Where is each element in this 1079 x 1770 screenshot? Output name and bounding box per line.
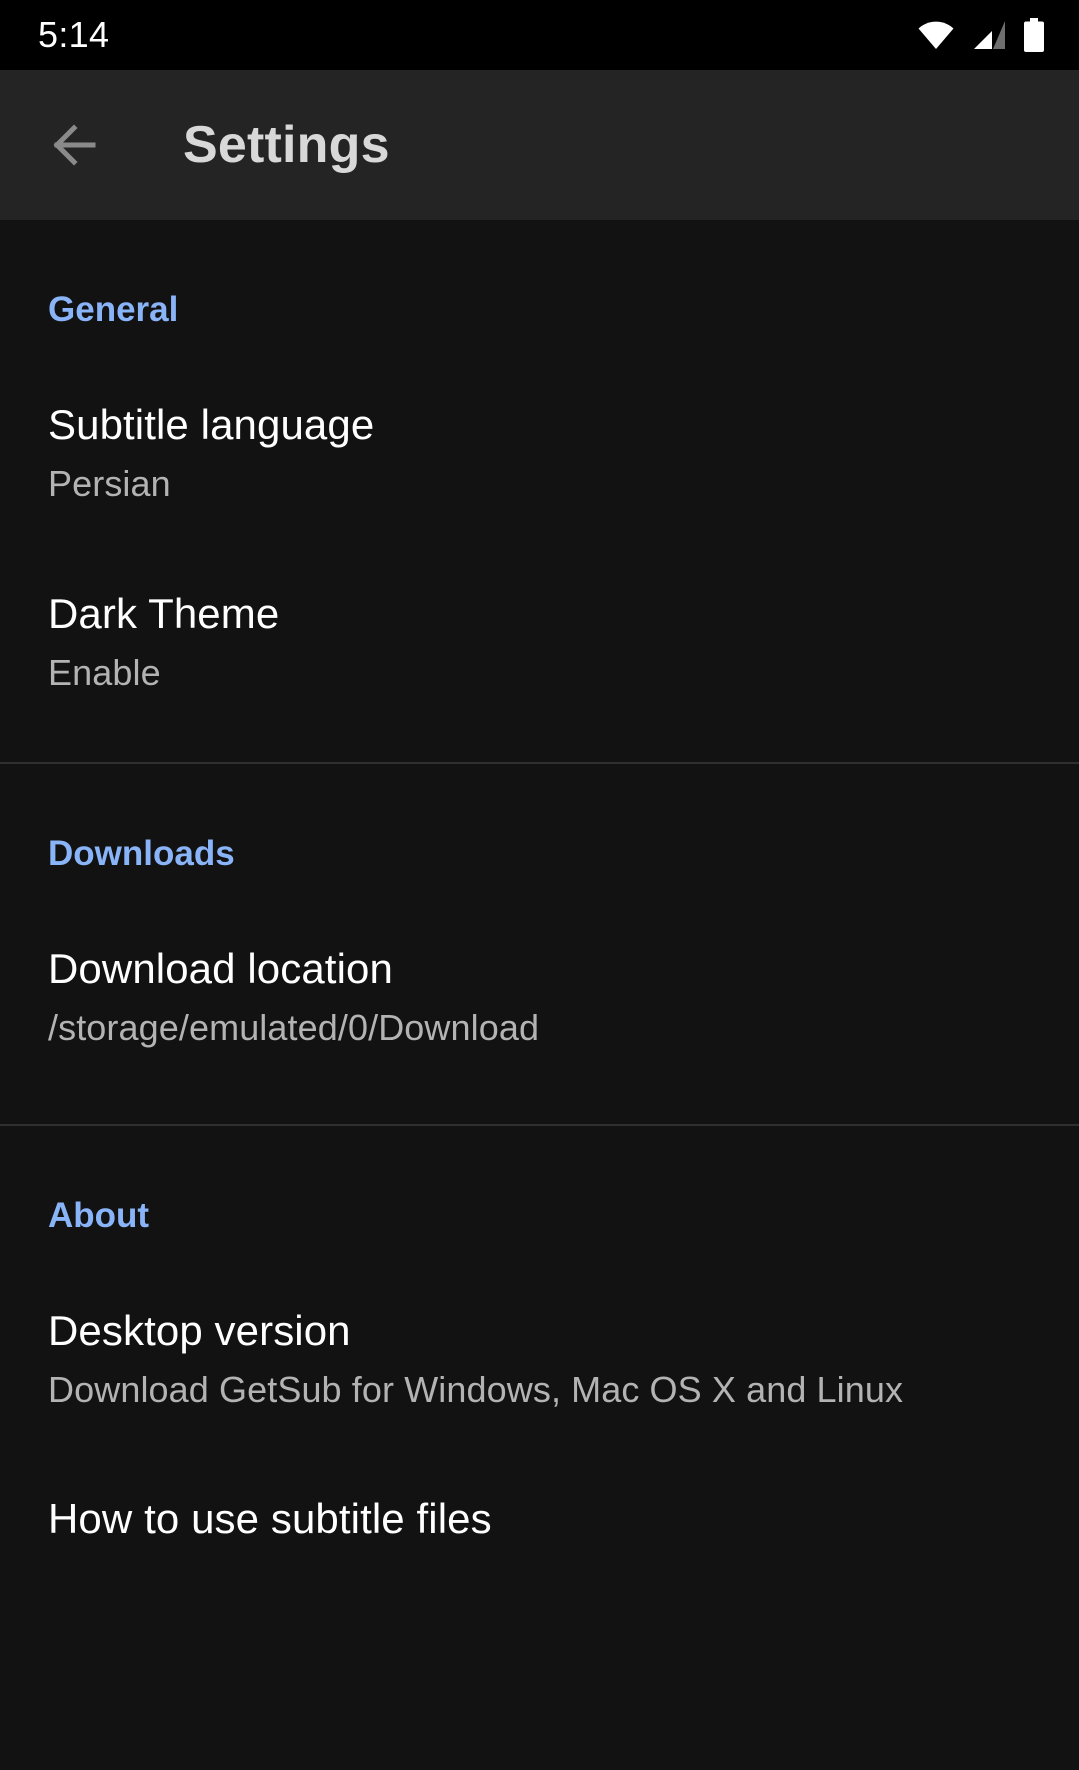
pref-summary: /storage/emulated/0/Download — [48, 1007, 540, 1049]
section-about: About Desktop version Download GetSub fo… — [0, 1126, 1079, 1542]
battery-icon — [1023, 18, 1045, 52]
pref-title: Subtitle language — [48, 401, 375, 448]
pref-title: Download location — [48, 945, 393, 993]
page-title: Settings — [183, 116, 390, 174]
app-bar: Settings — [0, 70, 1079, 220]
status-bar-clock: 5:14 — [38, 14, 110, 55]
section-downloads: Downloads Download location /storage/emu… — [0, 764, 1079, 1124]
pref-subtitle-language[interactable]: Subtitle language Persian — [0, 401, 1079, 508]
section-general: General Subtitle language Persian Dark T… — [0, 220, 1079, 762]
pref-summary: Enable — [48, 651, 161, 693]
pref-download-location[interactable]: Download location /storage/emulated/0/Do… — [0, 947, 1079, 1052]
section-header-general: General — [48, 290, 179, 329]
back-button[interactable] — [48, 114, 110, 176]
pref-summary: Persian — [48, 463, 171, 505]
status-bar: 5:14 — [0, 0, 1079, 70]
wifi-icon — [917, 20, 955, 50]
pref-title: Dark Theme — [48, 589, 280, 637]
section-header-downloads: Downloads — [48, 834, 235, 874]
status-bar-icons — [917, 18, 1045, 52]
pref-desktop-version[interactable]: Desktop version Download GetSub for Wind… — [0, 1306, 1079, 1414]
pref-how-to-use-subtitle-files[interactable]: How to use subtitle files — [0, 1497, 1079, 1541]
pref-dark-theme[interactable]: Dark Theme Enable — [0, 589, 1079, 697]
cellular-signal-icon — [971, 20, 1007, 50]
pref-summary: Download GetSub for Windows, Mac OS X an… — [48, 1368, 904, 1410]
pref-title: How to use subtitle files — [48, 1495, 492, 1543]
settings-list[interactable]: General Subtitle language Persian Dark T… — [0, 220, 1079, 1770]
pref-title: Desktop version — [48, 1306, 351, 1354]
section-header-about: About — [48, 1195, 150, 1235]
arrow-left-icon — [51, 120, 107, 170]
